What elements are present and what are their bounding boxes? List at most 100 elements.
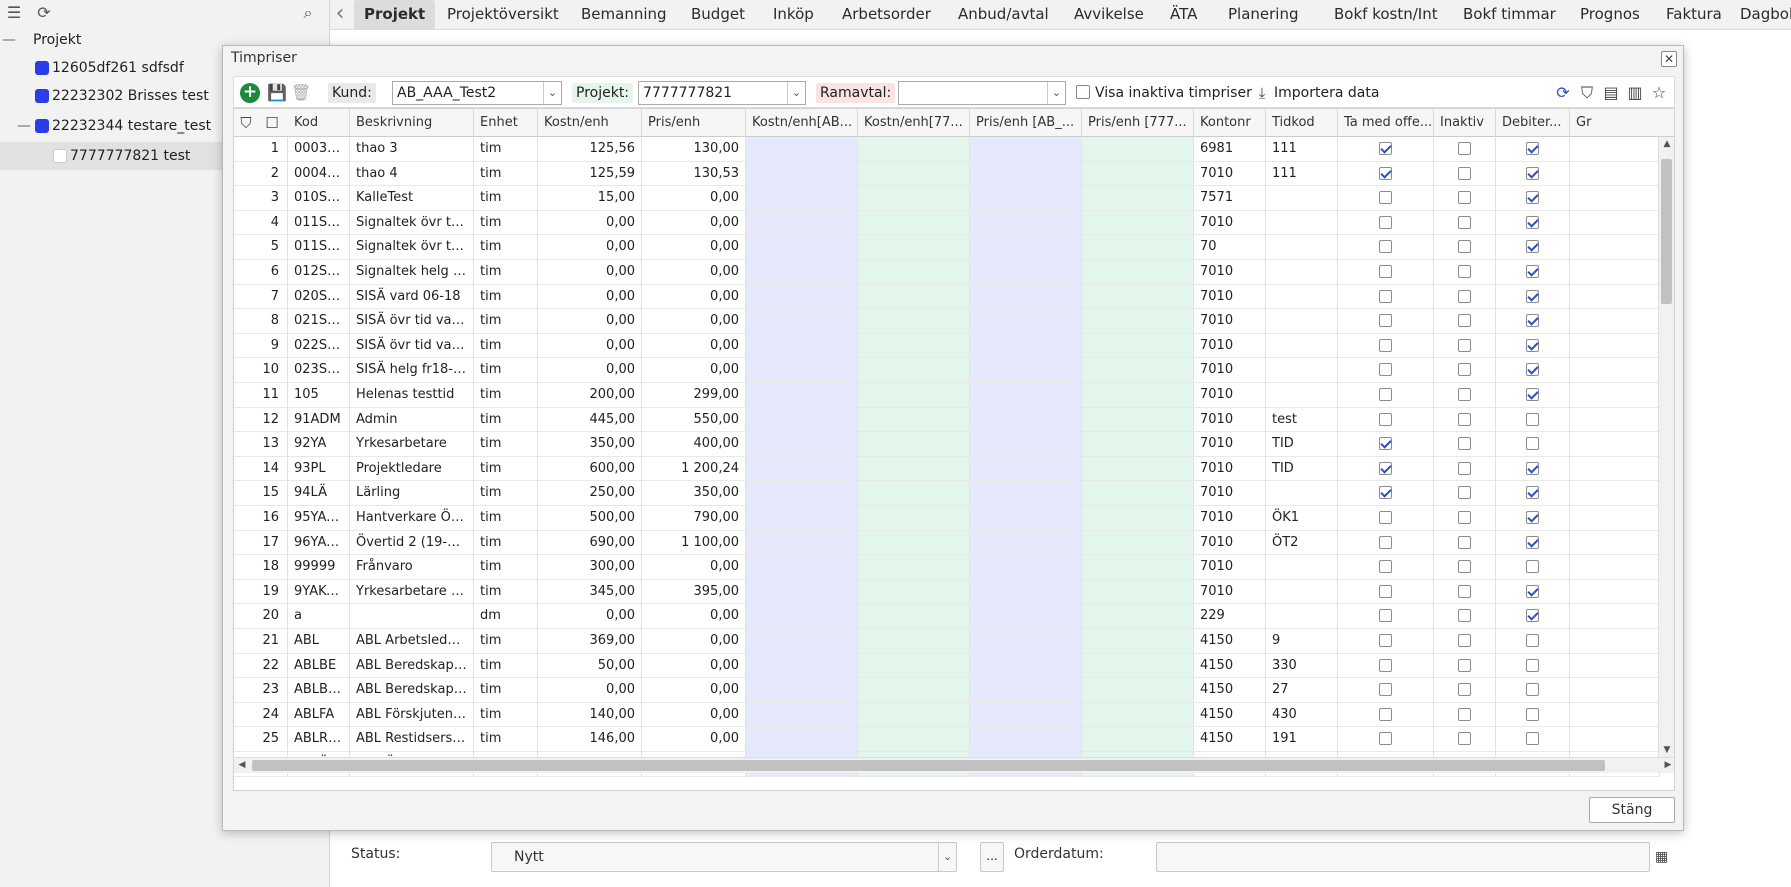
cell-enhet[interactable]: tim [474,678,538,703]
checkbox[interactable] [1379,314,1392,328]
cell-pris-enh[interactable]: 0,00 [642,210,746,236]
checkbox[interactable] [1458,461,1471,475]
tab-bemanning[interactable]: Bemanning [571,0,677,30]
cell-pris-enh[interactable]: 0,00 [642,235,746,260]
table-row[interactable]: 25 ABLRES ABL Restidsersätt... tim 146,00 0,0… [234,727,1674,752]
table-row[interactable]: 22 ABLBE ABL Beredskap (lä... tim 50,00 0,00 4… [234,653,1674,679]
row-number[interactable]: 14 [234,456,288,482]
cell-kostn-enh[interactable]: 125,56 [538,137,642,162]
calendar-icon[interactable]: ▦ [1655,848,1673,866]
cell-pris-enh[interactable]: 0,00 [642,555,746,580]
cell-pris-enh[interactable]: 1 100,00 [642,530,746,556]
tab-dagbok[interactable]: Dagbok [1730,0,1791,30]
col-header-kostn-77[interactable]: Kostn/enh[77... [858,109,970,137]
checkbox[interactable] [1526,289,1539,303]
cell-kod[interactable]: 023SIS... [288,358,350,383]
status-select[interactable]: Nytt ⌄ [491,842,957,872]
select-rows-icon[interactable]: ☐ [262,113,282,133]
cell-beskrivning[interactable]: Projektledare [350,456,474,482]
cell-enhet[interactable]: tim [474,137,538,162]
checkbox[interactable] [1526,658,1539,672]
stang-button[interactable]: Stäng [1589,797,1675,823]
cell-kontonr[interactable]: 7010 [1194,456,1266,482]
checkbox[interactable] [1379,683,1392,697]
cell-beskrivning[interactable]: SISÄ vard 06-18 [350,284,474,310]
tab-budget[interactable]: Budget [681,0,755,30]
cell-tidkod[interactable]: 191 [1266,727,1338,752]
cell-tidkod[interactable] [1266,383,1338,408]
checkbox[interactable] [1526,609,1539,623]
show-inactive-checkbox[interactable] [1076,85,1090,99]
cell-enhet[interactable]: tim [474,383,538,408]
checkbox[interactable] [1379,634,1392,647]
status-more-button[interactable]: ... [980,842,1004,872]
table-row[interactable]: 8021SIS...SISÄ övr tid vard 1...tim0,000… [234,309,1674,334]
cell-enhet[interactable]: dm [474,604,538,629]
collapse-icon[interactable]: — [2,26,16,54]
row-number[interactable]: 13 [234,432,288,457]
row-number[interactable]: 23 [234,678,288,703]
checkbox[interactable] [1379,535,1392,549]
cell-tidkod[interactable]: 430 [1266,702,1338,728]
cell-kostn-enh[interactable]: 300,00 [538,555,642,580]
cell-kod[interactable]: ABLBE... [288,678,350,703]
checkbox[interactable] [1526,240,1539,254]
checkbox[interactable] [1458,265,1471,278]
cell-kod[interactable]: 105 [288,383,350,408]
cell-enhet[interactable]: tim [474,407,538,433]
kund-select[interactable]: AB_AAA_Test2 ⌄ [392,81,562,105]
cell-tidkod[interactable] [1266,210,1338,236]
checkbox[interactable] [1526,732,1539,746]
tab-faktura[interactable]: Faktura [1656,0,1732,30]
checkbox[interactable] [1526,388,1539,401]
cell-kod[interactable]: 91ADM [288,407,350,433]
table-row[interactable]: 14 93PL Projektledare tim 600,00 1 200,24 7010… [234,456,1674,482]
table-row[interactable]: 4 011SIG... Signaltek övr tid v... tim 0,00 0… [234,210,1674,236]
cell-beskrivning[interactable]: ABL Arbetsledare ... [350,629,474,654]
table-row[interactable]: 17 96YAÖ... Övertid 2 (19-21) tim 690,00 1 10… [234,530,1674,556]
cell-kontonr[interactable]: 7571 [1194,186,1266,211]
checkbox[interactable] [1379,289,1392,303]
cell-kostn-enh[interactable]: 50,00 [538,653,642,679]
cell-kod[interactable]: 020SISÄ [288,284,350,310]
cell-pris-enh[interactable]: 0,00 [642,702,746,728]
cell-kostn-enh[interactable]: 250,00 [538,481,642,506]
cell-tidkod[interactable] [1266,481,1338,506]
tab-planering[interactable]: Planering [1218,0,1309,30]
checkbox[interactable] [1458,732,1471,746]
cell-kontonr[interactable]: 7010 [1194,555,1266,580]
checkbox[interactable] [1379,363,1392,377]
checkbox[interactable] [1379,511,1392,524]
cell-pris-enh[interactable]: 130,53 [642,161,746,187]
scroll-up-icon[interactable]: ▲ [1659,139,1674,149]
table-row[interactable]: 15 94LÄ Lärling tim 250,00 350,00 7010 [234,481,1674,506]
checkbox[interactable] [1379,215,1392,229]
cell-enhet[interactable]: tim [474,432,538,457]
col-header-inaktiv[interactable]: Inaktiv [1434,109,1496,137]
add-icon[interactable]: + [240,83,260,103]
table-row[interactable]: 7 020SISÄ SISÄ vard 06-18 tim 0,00 0,00 7010 [234,284,1674,310]
cell-kontonr[interactable]: 7010 [1194,161,1266,187]
import-data-button[interactable]: Importera data [1274,83,1379,103]
checkbox[interactable] [1458,166,1471,180]
cell-beskrivning[interactable]: thao 3 [350,137,474,162]
close-icon[interactable]: ✕ [1661,51,1677,67]
col-header-enhet[interactable]: Enhet [474,109,538,137]
cell-kod[interactable]: 0003th... [288,137,350,162]
checkbox[interactable] [1379,388,1392,401]
cell-kontonr[interactable]: 7010 [1194,432,1266,457]
refresh-icon[interactable]: ⟳ [34,3,54,23]
cell-pris-enh[interactable]: 0,00 [642,727,746,752]
checkbox[interactable] [1526,560,1539,574]
cell-kod[interactable]: 92YA [288,432,350,457]
checkbox[interactable] [1458,240,1471,254]
checkbox[interactable] [1458,511,1471,524]
cell-enhet[interactable]: tim [474,284,538,310]
cell-beskrivning[interactable]: ABL Beredskap Drif... [350,678,474,703]
cell-beskrivning[interactable]: Hantverkare Övert... [350,506,474,531]
row-number[interactable]: 6 [234,260,288,285]
orderdatum-input[interactable] [1156,842,1650,872]
cell-kod[interactable]: 9YAKo... [288,579,350,605]
cell-kontonr[interactable]: 4150 [1194,653,1266,679]
row-number[interactable]: 18 [234,555,288,580]
